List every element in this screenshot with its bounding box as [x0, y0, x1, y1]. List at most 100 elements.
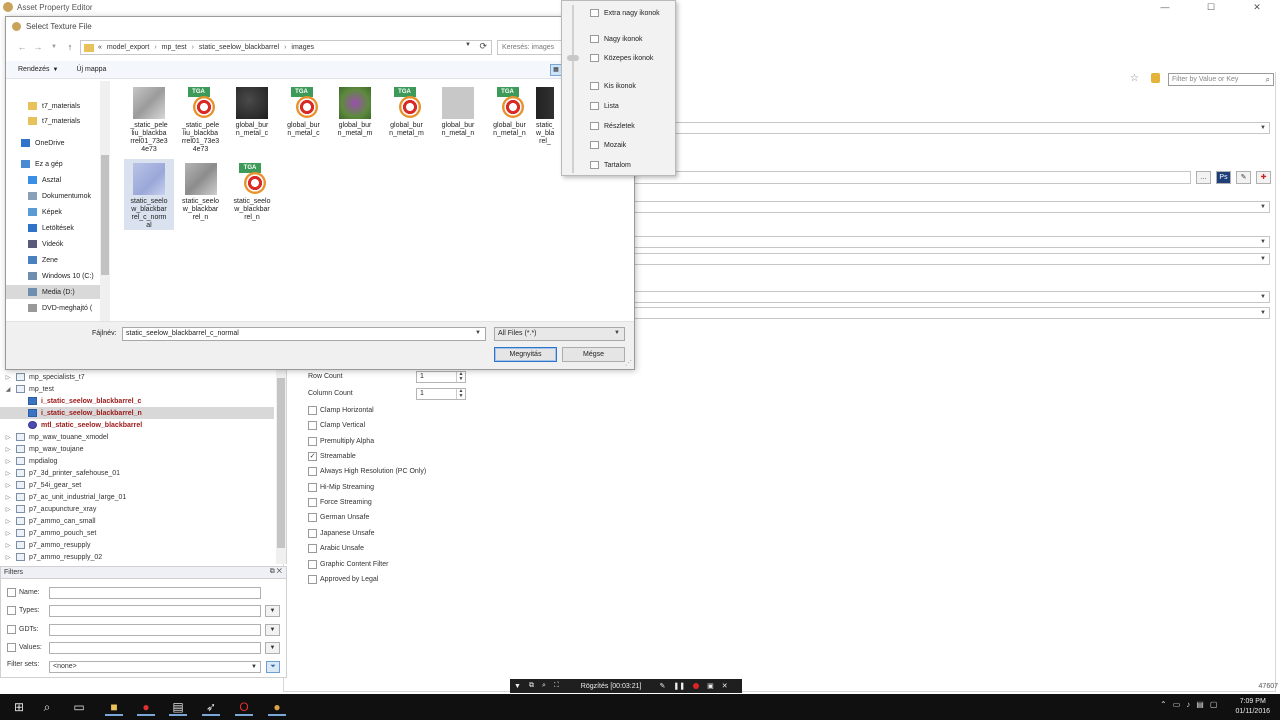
- photoshop-icon[interactable]: Ps: [1216, 171, 1231, 184]
- expand-arrow-icon[interactable]: ▷: [4, 494, 12, 501]
- recent-chevron-icon[interactable]: ▼: [46, 44, 62, 50]
- tree-item[interactable]: ▷ p7_acupuncture_xray: [0, 503, 274, 515]
- tree-item[interactable]: i_static_seelow_blackbarrel_n: [0, 407, 274, 419]
- types-input[interactable]: [49, 605, 261, 617]
- file-item[interactable]: static_sew_blackbrel_: [536, 83, 554, 146]
- path-breadcrumb[interactable]: « model_export › mp_test › static_seelow…: [80, 40, 492, 55]
- values-checkbox[interactable]: [7, 643, 16, 652]
- checkbox[interactable]: [308, 406, 317, 415]
- tree-item[interactable]: ◢ mp_test: [0, 383, 274, 395]
- file-item[interactable]: global_bur n_metal_n: [433, 83, 483, 138]
- favorite-star-icon[interactable]: ☆: [1130, 73, 1139, 84]
- nav-item[interactable]: Windows 10 (C:): [6, 269, 101, 283]
- expand-arrow-icon[interactable]: ▷: [4, 434, 12, 441]
- chevron-down-icon[interactable]: ▼: [514, 683, 521, 690]
- asset-editor-icon[interactable]: ●: [268, 698, 286, 716]
- tree-item[interactable]: ▷ p7_ammo_resupply: [0, 539, 274, 551]
- tree-item[interactable]: ▷ p7_54i_gear_set: [0, 479, 274, 491]
- nav-item[interactable]: Letöltések: [6, 221, 101, 235]
- cancel-button[interactable]: Mégse: [562, 347, 625, 362]
- crop-icon[interactable]: ⛶: [554, 682, 559, 690]
- nav-item[interactable]: Ez a gép: [6, 157, 101, 171]
- nav-item[interactable]: Zene: [6, 253, 101, 267]
- row-count-input[interactable]: 1 ▲ ▼: [416, 371, 466, 383]
- pin-close-icon[interactable]: ⧉ ✕: [270, 568, 282, 576]
- crumb-blackbarrel[interactable]: static_seelow_blackbarrel: [199, 44, 279, 51]
- file-item[interactable]: _static_pele liu_blackba rrel01_73e3 4e73: [124, 83, 174, 154]
- checkbox-row[interactable]: Clamp Vertical: [308, 421, 365, 431]
- zoom-icon[interactable]: ⌕: [542, 682, 546, 690]
- refresh-icon[interactable]: ⟳: [479, 41, 487, 52]
- tree-item[interactable]: ▷ p7_ac_unit_industrial_large_01: [0, 491, 274, 503]
- tree-item[interactable]: ▷ p7_ammo_pouch_set: [0, 527, 274, 539]
- values-dropdown[interactable]: ▼: [265, 642, 280, 654]
- filter-sets-select[interactable]: <none> ▼: [49, 661, 261, 673]
- checkbox-row[interactable]: Hi-Mip Streaming: [308, 482, 374, 492]
- search-icon[interactable]: ⌕: [38, 698, 56, 716]
- up-arrow-icon[interactable]: ↑: [62, 42, 78, 52]
- funnel-icon[interactable]: ⏷: [266, 661, 280, 673]
- camera-icon[interactable]: ▣: [707, 682, 714, 690]
- browse-button[interactable]: …: [1196, 171, 1211, 184]
- property-dropdown[interactable]: ▼: [633, 253, 1270, 265]
- view-option[interactable]: Extra nagy ikonok: [590, 6, 660, 20]
- view-slider-handle[interactable]: [567, 55, 579, 61]
- gdts-dropdown[interactable]: ▼: [265, 624, 280, 636]
- notification-icon[interactable]: ▢: [1210, 700, 1218, 709]
- close-icon[interactable]: ✕: [722, 682, 728, 690]
- checkbox-row[interactable]: Arabic Unsafe: [308, 544, 364, 554]
- checkbox[interactable]: [308, 498, 317, 508]
- file-item[interactable]: TGA _static_pele liu_blackba rrel01_73e3 4e7…: [176, 83, 226, 154]
- checkbox-row[interactable]: Force Streaming: [308, 498, 372, 508]
- nav-item[interactable]: t7_materials: [6, 99, 101, 113]
- filetype-select[interactable]: All Files (*.*) ▼: [494, 327, 625, 341]
- clear-icon[interactable]: ✚: [1256, 171, 1271, 184]
- checkbox[interactable]: [308, 574, 317, 584]
- tray-chevron-icon[interactable]: ⌃: [1160, 700, 1167, 709]
- view-option[interactable]: Mozaik: [590, 138, 626, 152]
- resize-grip-icon[interactable]: ⋰: [625, 359, 632, 367]
- record-app-icon[interactable]: ●: [137, 698, 155, 716]
- back-arrow-icon[interactable]: ←: [14, 42, 30, 52]
- pen-icon[interactable]: ✎: [659, 682, 665, 690]
- property-filter-input[interactable]: Filter by Value or Key ⌕: [1168, 73, 1274, 86]
- tree-item[interactable]: ▷ mp_waw_toujane: [0, 443, 274, 455]
- new-folder-button[interactable]: Új mappa: [76, 66, 106, 73]
- nav-item[interactable]: Asztal: [6, 173, 101, 187]
- property-dropdown[interactable]: ▼: [633, 236, 1270, 248]
- tree-scrollbar[interactable]: [276, 368, 286, 564]
- lock-icon[interactable]: [1151, 73, 1160, 83]
- minimize-button[interactable]: —: [1142, 0, 1188, 14]
- search-icon[interactable]: ⌕: [1266, 75, 1270, 85]
- language-icon[interactable]: ▤: [1196, 700, 1204, 709]
- name-checkbox[interactable]: [7, 588, 16, 597]
- task-view-icon[interactable]: ▭: [70, 698, 88, 716]
- nav-item[interactable]: Media (D:): [6, 285, 101, 299]
- spinner-icon[interactable]: ▲ ▼: [456, 389, 465, 399]
- tree-item[interactable]: ▷ mp_specialists_t7: [0, 371, 274, 383]
- opera-icon[interactable]: O: [235, 698, 253, 716]
- expand-arrow-icon[interactable]: ▷: [4, 554, 12, 561]
- view-option[interactable]: Lista: [590, 99, 619, 113]
- gdts-checkbox[interactable]: [7, 625, 16, 634]
- texture-path-field[interactable]: [633, 171, 1191, 184]
- property-dropdown[interactable]: ▼: [633, 291, 1270, 303]
- view-option[interactable]: Nagy ikonok: [590, 32, 643, 46]
- expand-arrow-icon[interactable]: ◢: [4, 386, 12, 393]
- checkbox-row[interactable]: ✓ Streamable: [308, 452, 356, 462]
- system-clock[interactable]: 7:09 PM 01/11/2016: [1235, 697, 1270, 717]
- nav-item[interactable]: t7_materials: [6, 114, 101, 128]
- tree-item[interactable]: ▷ mp_waw_touane_xmodel: [0, 431, 274, 443]
- expand-arrow-icon[interactable]: ▷: [4, 470, 12, 477]
- values-input[interactable]: [49, 642, 261, 654]
- file-item[interactable]: static_seelo w_blackbar rel_c_norm al: [124, 159, 174, 230]
- spinner-icon[interactable]: ▲ ▼: [456, 372, 465, 382]
- tree-item[interactable]: ▷ mpdialog: [0, 455, 274, 467]
- view-option[interactable]: Részletek: [590, 119, 635, 133]
- checkbox-row[interactable]: Graphic Content Filter: [308, 559, 388, 569]
- property-dropdown[interactable]: ▼: [633, 122, 1270, 134]
- nav-item[interactable]: DVD-meghajtó (: [6, 301, 101, 315]
- open-button[interactable]: Megnyitás: [494, 347, 557, 362]
- property-dropdown[interactable]: ▼: [633, 307, 1270, 319]
- file-item[interactable]: TGA global_bur n_metal_n: [485, 83, 535, 138]
